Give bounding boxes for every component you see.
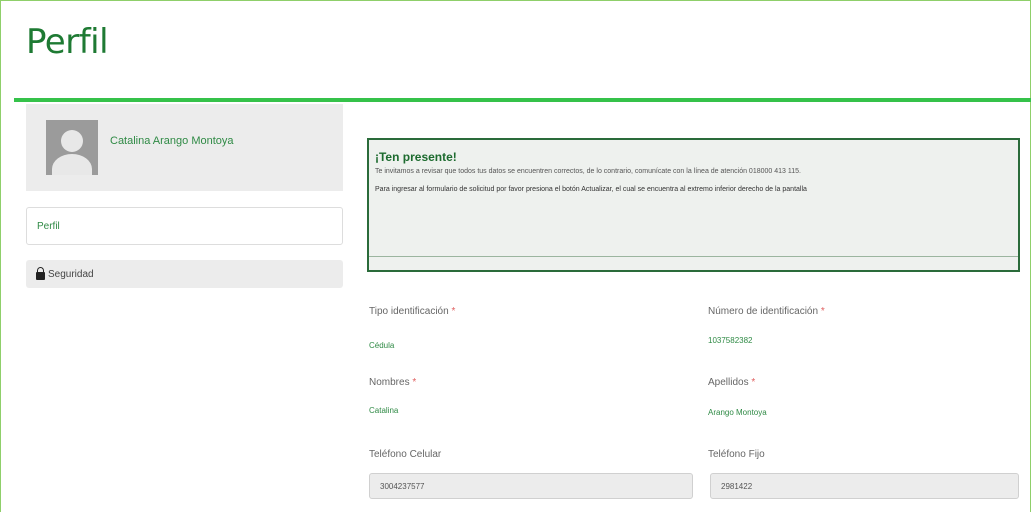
sidebar-item-seguridad[interactable]: Seguridad	[26, 260, 343, 288]
notice-title: ¡Ten presente!	[375, 150, 457, 164]
profile-user-name: Catalina Arango Montoya	[110, 134, 234, 147]
numero-identificacion-value: 1037582382	[708, 336, 753, 345]
avatar	[46, 120, 98, 175]
required-mark: *	[820, 306, 825, 317]
sidebar-item-perfil[interactable]: Perfil	[26, 207, 343, 245]
apellidos-value: Arango Montoya	[708, 408, 767, 417]
numero-identificacion-label: Número de identificación *	[708, 306, 825, 317]
label-text: Número de identificación	[708, 306, 819, 317]
nombres-value: Catalina	[369, 406, 399, 415]
telefono-fijo-input[interactable]	[710, 473, 1019, 499]
avatar-body	[52, 154, 92, 175]
notice-divider	[369, 256, 1018, 257]
label-text: Tipo identificación	[369, 306, 449, 317]
apellidos-label: Apellidos *	[708, 377, 755, 388]
label-text: Apellidos	[708, 377, 749, 388]
label-text: Nombres	[369, 377, 410, 388]
sidebar-item-label: Perfil	[37, 220, 60, 232]
telefono-celular-label: Teléfono Celular	[369, 449, 442, 460]
sidebar-item-label: Seguridad	[48, 268, 94, 280]
telefono-celular-input[interactable]	[369, 473, 693, 499]
telefono-fijo-label: Teléfono Fijo	[708, 449, 765, 460]
notice-text-instructions: Para ingresar al formulario de solicitud…	[375, 186, 807, 193]
title-divider	[14, 98, 1031, 102]
tipo-identificacion-value: Cédula	[369, 341, 395, 350]
notice-text: Te invitamos a revisar que todos tus dat…	[375, 168, 801, 175]
nombres-label: Nombres *	[369, 377, 416, 388]
notice-box: ¡Ten presente! Te invitamos a revisar qu…	[367, 138, 1020, 272]
avatar-head	[61, 130, 83, 152]
profile-card: Catalina Arango Montoya	[26, 104, 343, 191]
required-mark: *	[451, 306, 456, 317]
required-mark: *	[412, 377, 417, 388]
tipo-identificacion-label: Tipo identificación *	[369, 306, 455, 317]
required-mark: *	[751, 377, 756, 388]
page-title: Perfil	[26, 22, 109, 62]
lock-icon	[36, 266, 45, 280]
